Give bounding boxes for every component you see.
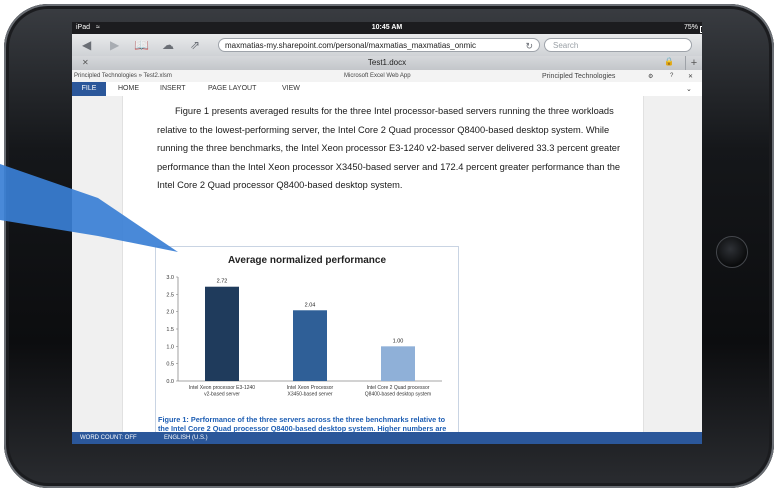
search-input[interactable]: Search [544, 38, 692, 52]
battery-icon [700, 26, 702, 33]
clock: 10:45 AM [371, 24, 403, 31]
breadcrumb[interactable]: Principled Technologies » Test2.xlsm [74, 73, 172, 79]
close-app-button[interactable]: ✕ [688, 73, 693, 80]
browser-toolbar: ◀ ▶ 📖 ☁ ⇗ maxmatias-my.sharepoint.com/pe… [72, 34, 702, 57]
y-tick-label: 0.5 [166, 362, 174, 368]
chevron-down-icon[interactable]: ⌄ [686, 85, 692, 93]
language-indicator[interactable]: ENGLISH (U.S.) [164, 435, 208, 441]
reload-icon[interactable]: ↻ [525, 39, 533, 51]
y-tick-label: 2.5 [166, 292, 174, 298]
home-button[interactable] [716, 236, 748, 268]
share-icon[interactable]: ⇗ [190, 37, 200, 53]
new-tab-button[interactable]: + [685, 56, 702, 70]
document-area: Figure 1 presents averaged results for t… [72, 96, 702, 444]
url-text: maxmatias-my.sharepoint.com/personal/max… [225, 41, 477, 50]
forward-icon[interactable]: ▶ [110, 37, 119, 53]
settings-icon[interactable]: ⚙ [648, 73, 653, 80]
tab-title[interactable]: Test1.docx [72, 58, 702, 67]
data-label: 1.00 [393, 338, 404, 344]
x-tick-label: Intel Xeon Processor X3450-based server [287, 385, 334, 398]
tab-home[interactable]: HOME [118, 85, 139, 92]
battery-indicator: 75% [683, 24, 702, 33]
x-tick-label: Intel Xeon processor E3-1240 v2-based ser… [189, 385, 255, 398]
address-bar[interactable]: maxmatias-my.sharepoint.com/personal/max… [218, 38, 540, 52]
tab-insert[interactable]: INSERT [160, 85, 186, 92]
icloud-icon[interactable]: ☁ [162, 37, 174, 53]
bar [381, 346, 415, 381]
word-count-toggle[interactable]: WORD COUNT: OFF [80, 435, 137, 441]
status-bar: iPad ≈ 10:45 AM 75% [72, 22, 702, 34]
y-tick-label: 2.0 [166, 310, 174, 316]
figure-1: Average normalized performance 0.0 0.5 1.0… [155, 246, 459, 444]
y-tick-label: 3.0 [166, 275, 174, 281]
document-page: Figure 1 presents averaged results for t… [122, 96, 644, 444]
tab-bar: ✕ Test1.docx 🔒 + [72, 56, 702, 71]
y-tick-label: 0.0 [166, 379, 174, 385]
tab-file[interactable]: FILE [72, 82, 106, 96]
lock-icon: 🔒 [664, 57, 674, 66]
data-label: 2.04 [305, 302, 316, 308]
ribbon-tabs: FILE HOME INSERT PAGE LAYOUT VIEW ⌄ [72, 82, 702, 97]
bar-chart: 0.0 0.5 1.0 1.5 2.0 2.5 3.0 2.72 Intel Xeon proc… [166, 275, 442, 398]
tab-page-layout[interactable]: PAGE LAYOUT [208, 85, 256, 92]
x-tick-label: Intel Core 2 Quad processor Q8400-based d… [365, 385, 431, 398]
bookmarks-icon[interactable]: 📖 [134, 37, 149, 53]
bar [205, 286, 239, 381]
tab-view[interactable]: VIEW [282, 85, 300, 92]
status-footer: WORD COUNT: OFF ENGLISH (U.S.) [72, 432, 702, 444]
battery-percent: 75% [683, 24, 698, 31]
chart-title: Average normalized performance [227, 255, 387, 266]
app-name: Microsoft Excel Web App [344, 73, 411, 79]
back-icon[interactable]: ◀ [82, 37, 91, 53]
document-paragraph: Figure 1 presents averaged results for t… [157, 106, 621, 190]
bar [293, 310, 327, 381]
screen: iPad ≈ 10:45 AM 75% ◀ ▶ 📖 ☁ ⇗ maxmatias-… [72, 22, 702, 444]
data-label: 2.72 [217, 279, 228, 285]
org-name[interactable]: Principled Technologies [542, 73, 615, 80]
y-tick-label: 1.5 [166, 327, 174, 333]
y-tick-label: 1.0 [166, 344, 174, 350]
help-button[interactable]: ? [670, 73, 673, 79]
